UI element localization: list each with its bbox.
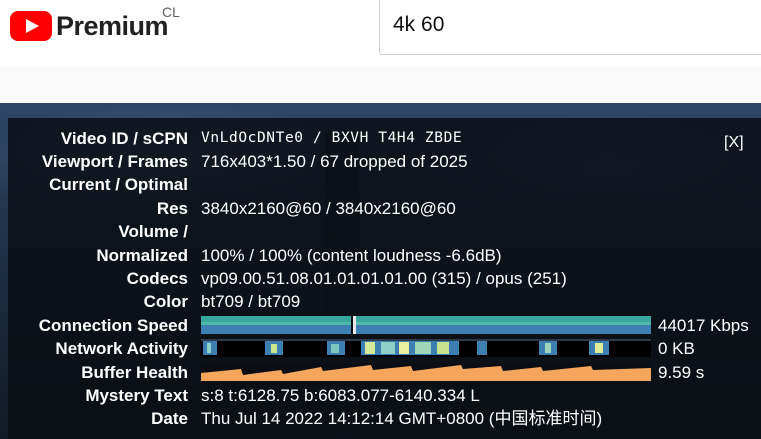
top-bar: Premium CL 4k 60: [0, 0, 761, 67]
stats-value: VnLdOcDNTe0 / BXVH T4H4 ZBDE: [201, 130, 463, 146]
stats-label: Color: [143, 292, 188, 311]
stats-row-network-activity: Network Activity 0 KB: [8, 337, 761, 360]
stats-label: Normalized: [96, 246, 188, 265]
stats-row-normalized: Normalized 100% / 100% (content loudness…: [8, 244, 761, 267]
stats-value: 100% / 100% (content loudness -6.6dB): [201, 246, 502, 265]
stats-label: Network Activity: [55, 339, 188, 358]
page-gap: [0, 67, 761, 103]
stats-value: bt709 / bt709: [201, 292, 301, 311]
stats-row-volume: Volume /: [8, 220, 761, 243]
country-code: CL: [162, 4, 180, 20]
stats-row-buffer-health: Buffer Health 9.59 s: [8, 361, 761, 384]
stats-row-current-optimal: Current / Optimal: [8, 173, 761, 196]
connection-speed-graph: [201, 316, 651, 334]
stats-value: s:8 t:6128.75 b:6083.077-6140.334 L: [201, 386, 480, 405]
stats-value: Thu Jul 14 2022 14:12:14 GMT+0800 (中国标准时…: [201, 409, 603, 428]
stats-label: Mystery Text: [85, 386, 188, 405]
stats-row-mystery-text: Mystery Text s:8 t:6128.75 b:6083.077-61…: [8, 384, 761, 407]
stats-row-res: Res 3840x2160@60 / 3840x2160@60: [8, 197, 761, 220]
search-input[interactable]: 4k 60: [379, 0, 761, 55]
network-activity-graph: [201, 339, 651, 357]
stats-label: Video ID / sCPN: [60, 129, 188, 148]
stats-row-viewport: Viewport / Frames 716x403*1.50 / 67 drop…: [8, 150, 761, 173]
stats-for-nerds-panel: [X] Video ID / sCPN VnLdOcDNTe0 / BXVH T…: [8, 118, 761, 439]
stats-label: Buffer Health: [81, 363, 188, 382]
logo-text: Premium: [56, 11, 169, 41]
stats-value: 0 KB: [658, 339, 695, 358]
stats-value: 3840x2160@60 / 3840x2160@60: [201, 199, 456, 218]
stats-value: vp09.00.51.08.01.01.01.01.00 (315) / opu…: [201, 269, 567, 288]
stats-label: Current / Optimal: [49, 175, 188, 194]
youtube-play-icon: [10, 11, 52, 41]
stats-value: 716x403*1.50 / 67 dropped of 2025: [201, 152, 468, 171]
stats-label: Connection Speed: [38, 316, 188, 335]
stats-row-color: Color bt709 / bt709: [8, 290, 761, 313]
buffer-health-graph: [201, 363, 651, 381]
stats-row-codecs: Codecs vp09.00.51.08.01.01.01.01.00 (315…: [8, 267, 761, 290]
stats-row-date: Date Thu Jul 14 2022 14:12:14 GMT+0800 (…: [8, 407, 761, 430]
stats-row-video-id: Video ID / sCPN VnLdOcDNTe0 / BXVH T4H4 …: [8, 127, 761, 150]
stats-label: Viewport / Frames: [41, 152, 188, 171]
stats-label: Date: [151, 409, 188, 428]
stats-label: Codecs: [126, 269, 188, 288]
stats-label: Volume /: [118, 222, 188, 241]
stats-label: Res: [156, 199, 188, 218]
stats-row-connection-speed: Connection Speed 44017 Kbps: [8, 314, 761, 337]
stats-value: 44017 Kbps: [658, 316, 749, 335]
stats-value: 9.59 s: [658, 363, 705, 382]
youtube-premium-logo[interactable]: Premium: [10, 9, 169, 43]
